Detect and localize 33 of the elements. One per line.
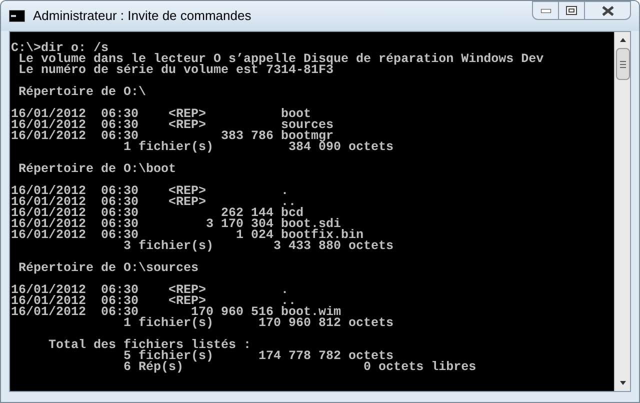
console-line: 6 Rép(s) 0 octets libres (122, 362, 476, 373)
console-line: 1 fichier(s) 384 090 octets (122, 142, 394, 153)
close-icon (602, 6, 614, 16)
console-line: 16/01/2012 06:30 1 024 bootfix.bin (11, 230, 364, 241)
scrollbar[interactable] (614, 32, 630, 391)
console-line: 1 fichier(s) 170 960 812 octets (122, 318, 394, 329)
console-line: 16/01/2012 06:30 170 960 516 boot.wim (11, 307, 342, 318)
restore-icon (566, 6, 577, 15)
console-line: Répertoire de O:\boot (18, 164, 176, 175)
console-line: Répertoire de O:\sources (18, 263, 199, 274)
console-line: 16/01/2012 06:30 <REP> . (11, 186, 289, 197)
console-line: C:\>dir o: /s (11, 43, 109, 54)
close-button[interactable] (585, 1, 631, 20)
console-line: 16/01/2012 06:30 <REP> sources (11, 120, 334, 131)
console-line: 16/01/2012 06:30 <REP> boot (11, 109, 312, 120)
console-line: Répertoire de O:\ (18, 87, 146, 98)
maximize-button[interactable] (559, 1, 585, 20)
console-line: Le volume dans le lecteur O s’appelle Disque de réparation Windows Dev (18, 54, 544, 65)
console-line: 5 fichier(s) 174 778 782 octets (122, 351, 394, 362)
console-line: 16/01/2012 06:30 <REP> . (11, 285, 289, 296)
minimize-icon (540, 8, 550, 12)
window-title: Administrateur : Invite de commandes (33, 7, 252, 26)
console-line: 16/01/2012 06:30 383 786 bootmgr (11, 131, 334, 142)
console-line: Total des fichiers listés : (48, 340, 252, 351)
console-line: Le numéro de série du volume est 7314-81F3 (18, 65, 334, 76)
minimize-button[interactable] (532, 1, 559, 20)
console-line: 16/01/2012 06:30 262 144 bcd (11, 208, 304, 219)
console-line: 16/01/2012 06:30 <REP> .. (11, 296, 296, 307)
console-line: 3 fichier(s) 3 433 880 octets (122, 241, 394, 252)
console-line: 16/01/2012 06:30 <REP> .. (11, 197, 296, 208)
console-icon (9, 10, 25, 22)
console-line: 16/01/2012 06:30 3 170 304 boot.sdi (11, 219, 342, 230)
scroll-thumb[interactable] (616, 48, 630, 80)
